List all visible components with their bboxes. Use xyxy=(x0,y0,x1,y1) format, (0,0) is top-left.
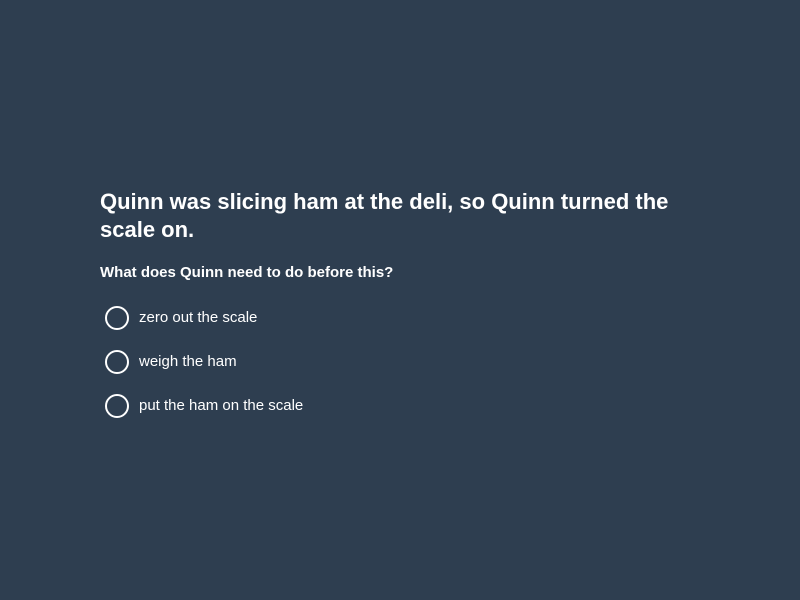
radio-button-icon[interactable] xyxy=(105,306,129,330)
answer-options: zero out the scale weigh the ham put the… xyxy=(100,296,700,428)
answer-option-label: weigh the ham xyxy=(139,353,237,370)
question-context: Quinn was slicing ham at the deli, so Qu… xyxy=(100,189,669,242)
question-block: Quinn was slicing ham at the deli, so Qu… xyxy=(100,188,700,428)
answer-option-1[interactable]: zero out the scale xyxy=(100,296,700,340)
page: Quinn was slicing ham at the deli, so Qu… xyxy=(0,0,800,600)
answer-option-2[interactable]: weigh the ham xyxy=(100,340,700,384)
radio-button-icon[interactable] xyxy=(105,394,129,418)
answer-option-label: put the ham on the scale xyxy=(139,397,304,414)
question-prompt: What does Quinn need to do before this? xyxy=(100,264,394,281)
radio-button-icon[interactable] xyxy=(105,350,129,374)
answer-option-label: zero out the scale xyxy=(139,309,258,326)
answer-option-3[interactable]: put the ham on the scale xyxy=(100,384,700,428)
